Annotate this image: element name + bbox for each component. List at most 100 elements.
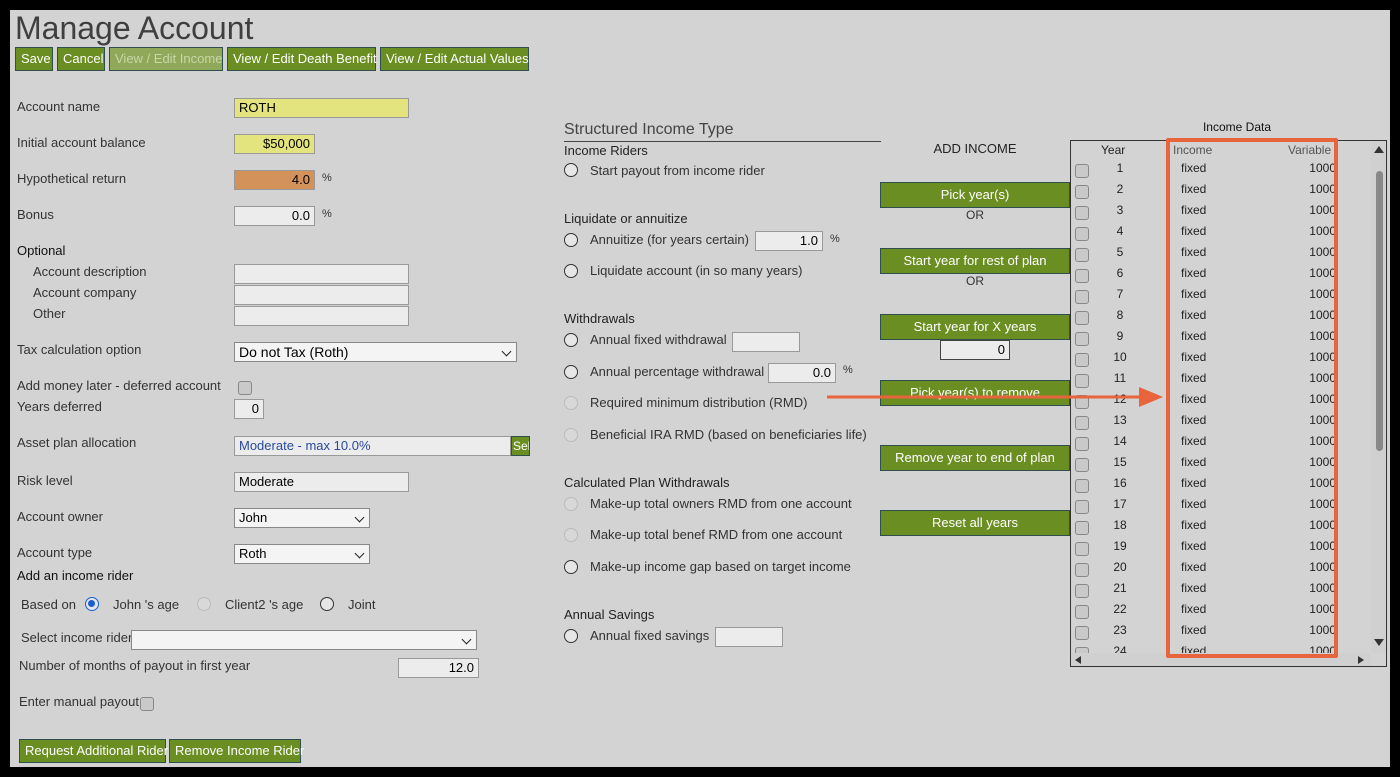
scroll-left-icon[interactable] [1075,656,1081,664]
start-year-x-years-button[interactable]: Start year for X years [880,314,1070,340]
scroll-right-icon[interactable] [1358,656,1364,664]
account-owner-select[interactable]: John [234,508,370,528]
years-deferred-input[interactable]: 0 [234,399,264,419]
cancel-button[interactable]: Cancel [57,47,105,71]
row-select-checkbox[interactable] [1075,206,1089,220]
row-year: 5 [1116,245,1124,259]
other-input[interactable] [234,306,409,326]
view-edit-income-button[interactable]: View / Edit Income [109,47,223,71]
asset-select-button[interactable]: Sel [511,436,530,456]
row-select-checkbox[interactable] [1075,416,1089,430]
row-select-checkbox[interactable] [1075,521,1089,535]
row-select-checkbox[interactable] [1075,353,1089,367]
income-rider-select[interactable] [131,630,477,650]
annual-percentage-withdrawal-radio[interactable] [564,365,578,379]
calc-income-gap-radio[interactable] [564,560,578,574]
based-on-client2-radio[interactable] [197,597,211,611]
page-title: Manage Account [15,10,254,46]
account-type-select[interactable]: Roth [234,544,370,564]
reset-all-years-button[interactable]: Reset all years [880,510,1070,536]
row-year: 13 [1113,413,1127,427]
row-year: 20 [1113,560,1127,574]
bonus-input[interactable]: 0.0 [234,206,315,226]
months-payout-input[interactable]: 12.0 [398,658,479,678]
asset-plan-input[interactable]: Moderate - max 10.0% [234,436,511,456]
row-select-checkbox[interactable] [1075,500,1089,514]
row-select-checkbox[interactable] [1075,269,1089,283]
based-on-owner-radio[interactable] [85,597,99,611]
row-year: 9 [1116,329,1124,343]
liquidate-radio[interactable] [564,264,578,278]
row-select-checkbox[interactable] [1075,227,1089,241]
annuitize-radio[interactable] [564,233,578,247]
column-header-year: Year [1101,143,1126,157]
save-button[interactable]: Save [15,47,53,71]
percent-sign: % [322,172,332,184]
remove-income-rider-button[interactable]: Remove Income Rider [169,739,304,763]
row-select-checkbox[interactable] [1075,164,1089,178]
pick-years-button[interactable]: Pick year(s) [880,182,1070,208]
row-select-checkbox[interactable] [1075,458,1089,472]
scroll-down-icon[interactable] [1374,639,1384,646]
based-on-joint-radio[interactable] [320,597,334,611]
scroll-up-icon[interactable] [1374,146,1384,153]
start-payout-radio[interactable] [564,163,578,177]
initial-balance-input[interactable]: $50,000 [234,134,315,154]
row-select-checkbox[interactable] [1075,605,1089,619]
annuitize-years-input[interactable]: 1.0 [755,231,823,251]
annual-fixed-withdrawal-radio[interactable] [564,333,578,347]
vertical-scrollbar[interactable] [1371,141,1386,653]
x-years-input[interactable]: 0 [940,340,1010,360]
annual-savings-input[interactable] [715,627,783,647]
row-year: 19 [1113,539,1127,553]
annual-fixed-withdrawal-input[interactable] [732,332,800,352]
liquidate-annuitize-heading: Liquidate or annuitize [564,211,688,226]
account-company-input[interactable] [234,285,409,305]
manual-payout-checkbox[interactable] [140,697,154,711]
or-text: OR [966,208,984,222]
heading-divider [564,141,881,142]
based-on-joint-label: Joint [348,597,376,612]
percent-sign: % [322,208,332,220]
calc-income-gap-label: Make-up income gap based on target incom… [590,559,851,574]
row-select-checkbox[interactable] [1075,584,1089,598]
row-select-checkbox[interactable] [1075,542,1089,556]
tax-option-select[interactable]: Do not Tax (Roth) [234,342,517,362]
row-year: 4 [1116,224,1124,238]
account-type-label: Account type [17,545,93,560]
row-select-checkbox[interactable] [1075,332,1089,346]
annual-percentage-withdrawal-input[interactable]: 0.0 [768,363,836,383]
annual-savings-radio[interactable] [564,629,578,643]
hypothetical-return-input[interactable]: 4.0 [234,170,315,190]
row-select-checkbox[interactable] [1075,248,1089,262]
add-money-later-checkbox[interactable] [238,381,252,395]
row-select-checkbox[interactable] [1075,437,1089,451]
chevron-down-icon [354,548,365,559]
risk-level-input[interactable]: Moderate [234,472,409,492]
calc-benef-rmd-radio[interactable] [564,528,578,542]
account-description-input[interactable] [234,264,409,284]
row-select-checkbox[interactable] [1075,290,1089,304]
remove-year-to-end-button[interactable]: Remove year to end of plan [880,445,1070,471]
row-select-checkbox[interactable] [1075,479,1089,493]
row-select-checkbox[interactable] [1075,563,1089,577]
row-select-checkbox[interactable] [1075,626,1089,640]
calc-owner-rmd-radio[interactable] [564,497,578,511]
chevron-down-icon [461,634,472,645]
request-additional-rider-button[interactable]: Request Additional Rider [19,739,168,763]
row-select-checkbox[interactable] [1075,311,1089,325]
view-edit-death-benefit-button[interactable]: View / Edit Death Benefit [227,47,377,71]
account-name-input[interactable]: ROTH [234,98,409,118]
ira-rmd-radio[interactable] [564,428,578,442]
start-year-rest-of-plan-button[interactable]: Start year for rest of plan [880,248,1070,274]
rmd-radio[interactable] [564,396,578,410]
scrollbar-thumb[interactable] [1376,171,1383,451]
view-edit-actual-values-button[interactable]: View / Edit Actual Values [380,47,529,71]
calc-owner-rmd-label: Make-up total owners RMD from one accoun… [590,496,852,511]
row-select-checkbox[interactable] [1075,185,1089,199]
row-year: 10 [1113,350,1127,364]
account-owner-label: Account owner [17,509,103,524]
income-data-title: Income Data [1202,120,1272,134]
highlight-box [1166,138,1338,658]
account-description-label: Account description [33,264,147,279]
